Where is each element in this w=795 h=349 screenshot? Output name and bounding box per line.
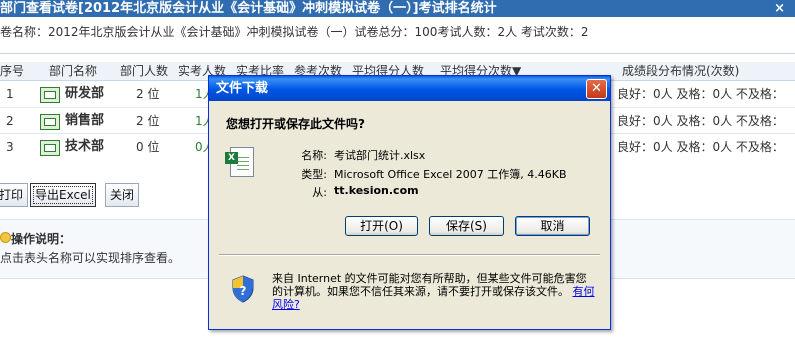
excel-file-icon: X bbox=[225, 147, 254, 177]
col-no[interactable]: 序号 bbox=[0, 62, 24, 80]
cancel-button[interactable]: 取消 bbox=[515, 216, 590, 236]
security-warning: 来自 Internet 的文件可能对您有所帮助，但某些文件可能危害您的计算机。如… bbox=[272, 272, 597, 311]
dept-count: 0 位 bbox=[136, 140, 160, 154]
distribution: 良好：0人 及格：0人 不及格： bbox=[617, 87, 784, 101]
department-icon bbox=[40, 140, 60, 156]
page-close-icon[interactable]: × bbox=[774, 0, 785, 17]
file-download-dialog: 文件下载 ✕ 您想打开或保存此文件吗? X 名称: 考试部门统计.xlsx 类型… bbox=[208, 75, 611, 330]
col-dept-name[interactable]: 部门名称 bbox=[49, 62, 97, 80]
row-no: 3 bbox=[6, 140, 14, 154]
print-button[interactable]: 打印 bbox=[0, 183, 29, 207]
warning-text: 来自 Internet 的文件可能对您有所帮助，但某些文件可能危害您的计算机。如… bbox=[272, 272, 587, 298]
row-no: 1 bbox=[6, 87, 14, 101]
save-button[interactable]: 保存(S) bbox=[429, 216, 504, 236]
divider bbox=[0, 53, 795, 54]
close-icon[interactable]: ✕ bbox=[586, 79, 607, 99]
department-icon bbox=[40, 114, 60, 130]
dept-count: 2 位 bbox=[136, 87, 160, 101]
col-distribution[interactable]: 成绩段分布情况(次数) bbox=[622, 62, 739, 80]
dept-count: 2 位 bbox=[136, 114, 160, 128]
dept-name[interactable]: 销售部 bbox=[65, 108, 104, 134]
file-name: 考试部门统计.xlsx bbox=[334, 149, 426, 162]
instructions-title: 操作说明： bbox=[11, 232, 72, 246]
col-dept-count[interactable]: 部门人数 bbox=[120, 62, 168, 80]
close-button[interactable]: 关闭 bbox=[105, 183, 140, 207]
page-title-bar: 部门查看试卷[2012年北京版会计从业《会计基础》冲刺模拟试卷（一）]考试排名统… bbox=[0, 0, 795, 17]
svg-text:?: ? bbox=[240, 284, 247, 298]
export-excel-button[interactable]: 导出Excel bbox=[30, 183, 96, 207]
page-title: 部门查看试卷[2012年北京版会计从业《会计基础》冲刺模拟试卷（一）]考试排名统… bbox=[0, 1, 497, 16]
bulb-icon bbox=[0, 232, 11, 243]
dialog-title-bar[interactable]: 文件下载 ✕ bbox=[209, 76, 610, 101]
file-type: Microsoft Office Excel 2007 工作簿, 4.46KB bbox=[334, 168, 567, 181]
type-label: 类型: bbox=[301, 168, 327, 181]
open-button[interactable]: 打开(O) bbox=[345, 216, 418, 236]
security-shield-icon: ? bbox=[232, 275, 254, 303]
exam-info: 卷名称：2012年北京版会计从业《会计基础》冲刺模拟试卷（一）试卷总分：100考… bbox=[0, 25, 589, 39]
dialog-question: 您想打开或保存此文件吗? bbox=[226, 117, 365, 131]
dept-name[interactable]: 技术部 bbox=[65, 134, 104, 160]
department-icon bbox=[40, 87, 60, 103]
dialog-divider bbox=[219, 254, 600, 256]
file-source: tt.kesion.com bbox=[334, 184, 419, 197]
distribution: 良好：0人 及格：0人 不及格： bbox=[617, 140, 784, 154]
dept-name[interactable]: 研发部 bbox=[65, 81, 104, 107]
dialog-title: 文件下载 bbox=[216, 81, 269, 96]
row-no: 2 bbox=[6, 114, 14, 128]
from-label: 从: bbox=[312, 186, 327, 199]
distribution: 良好：0人 及格：0人 不及格： bbox=[617, 114, 784, 128]
instructions-text: 点击表头名称可以实现排序查看。 bbox=[0, 251, 181, 265]
name-label: 名称: bbox=[301, 149, 327, 162]
